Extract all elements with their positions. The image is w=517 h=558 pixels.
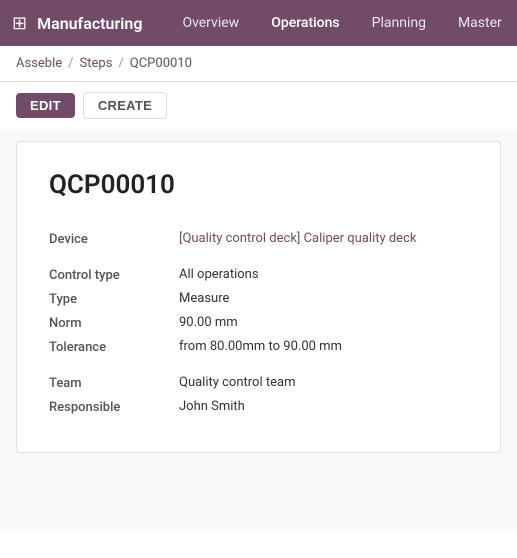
action-bar: EDIT CREATE (0, 82, 517, 129)
record-title: QCP00010 (49, 170, 468, 200)
nav-overview[interactable]: Overview (166, 0, 255, 46)
field-tolerance: Tolerance from 80.00mm to 90.00 mm (49, 336, 468, 360)
type-label: Type (49, 291, 179, 307)
nav-links: Overview Operations Planning Master (166, 0, 517, 46)
responsible-value: John Smith (179, 399, 468, 414)
norm-label: Norm (49, 315, 179, 331)
grid-icon: ⊞ (12, 13, 27, 34)
breadcrumb-sep2: / (118, 56, 123, 71)
field-device: Device [Quality control deck] Caliper qu… (49, 228, 468, 252)
control-type-label: Control type (49, 267, 179, 283)
brand-name: Manufacturing (37, 14, 142, 33)
tolerance-label: Tolerance (49, 339, 179, 355)
nav-planning[interactable]: Planning (356, 0, 442, 46)
norm-value: 90.00 mm (179, 315, 468, 330)
create-button[interactable]: CREATE (83, 92, 167, 119)
field-responsible: Responsible John Smith (49, 396, 468, 420)
team-value: Quality control team (179, 375, 468, 390)
device-label: Device (49, 231, 179, 247)
responsible-label: Responsible (49, 399, 179, 415)
breadcrumb: Asseble / Steps / QCP00010 (0, 46, 517, 82)
fields-section: Device [Quality control deck] Caliper qu… (49, 228, 468, 420)
top-navigation: ⊞ Manufacturing Overview Operations Plan… (0, 0, 517, 46)
breadcrumb-sep1: / (68, 56, 73, 71)
breadcrumb-current: QCP00010 (130, 56, 192, 71)
breadcrumb-asseble[interactable]: Asseble (16, 56, 62, 71)
nav-master[interactable]: Master (442, 0, 517, 46)
nav-operations[interactable]: Operations (255, 0, 355, 46)
team-label: Team (49, 375, 179, 391)
content-wrapper: QCP00010 Device [Quality control deck] C… (0, 129, 517, 529)
type-value: Measure (179, 291, 468, 306)
field-norm: Norm 90.00 mm (49, 312, 468, 336)
field-team: Team Quality control team (49, 372, 468, 396)
field-control-type: Control type All operations (49, 264, 468, 288)
control-type-value: All operations (179, 267, 468, 282)
tolerance-value: from 80.00mm to 90.00 mm (179, 339, 468, 354)
record-card: QCP00010 Device [Quality control deck] C… (16, 141, 501, 453)
field-type: Type Measure (49, 288, 468, 312)
breadcrumb-steps[interactable]: Steps (80, 56, 113, 71)
edit-button[interactable]: EDIT (16, 93, 75, 118)
device-value[interactable]: [Quality control deck] Caliper quality d… (179, 231, 468, 246)
